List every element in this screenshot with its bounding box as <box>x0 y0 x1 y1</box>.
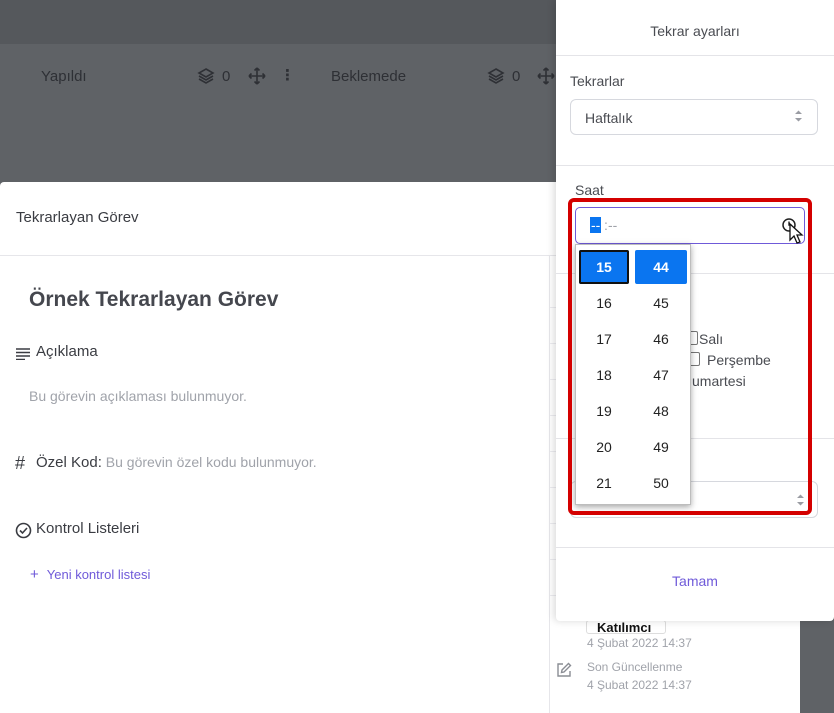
move-icon[interactable] <box>248 67 266 89</box>
divider <box>556 547 834 548</box>
check-circle-icon <box>15 522 32 544</box>
layers-icon <box>487 67 505 89</box>
description-label: Açıklama <box>36 343 98 360</box>
repeats-value: Haftalık <box>585 110 633 126</box>
hash-icon: # <box>15 453 26 473</box>
checklists-label: Kontrol Listeleri <box>36 520 140 537</box>
select-arrows-icon <box>794 109 803 128</box>
column-title-pending: Beklemede <box>331 68 407 85</box>
plus-icon: + <box>30 566 39 583</box>
column-count-pending: 0 <box>512 68 521 85</box>
divider <box>556 165 834 166</box>
custom-code-empty: Bu görevin özel kodu bulunmuyor. <box>105 454 317 470</box>
highlight-box <box>568 198 812 515</box>
time-label: Saat <box>575 182 604 198</box>
participant-label: Katılımcı <box>597 620 652 635</box>
repeats-label: Tekrarlar <box>570 73 625 89</box>
repeats-select[interactable]: Haftalık <box>570 99 818 135</box>
custom-code-row[interactable]: Özel Kod: Bu görevin özel kodu bulunmuyo… <box>36 454 317 471</box>
last-update-label: Son Güncellenme <box>587 660 683 674</box>
new-checklist-label: Yeni kontrol listesi <box>46 567 151 582</box>
move-icon[interactable] <box>537 67 555 89</box>
panel-title: Tekrar ayarları <box>650 23 740 39</box>
text-align-icon <box>15 347 31 365</box>
column-title-done: Yapıldı <box>41 68 87 85</box>
participant-date: 4 Şubat 2022 14:37 <box>587 636 692 650</box>
new-checklist-link[interactable]: + Yeni kontrol listesi <box>30 566 150 583</box>
task-title[interactable]: Örnek Tekrarlayan Görev <box>29 288 278 312</box>
custom-code-label: Özel Kod: <box>36 454 102 471</box>
divider <box>556 55 834 56</box>
column-count-done: 0 <box>222 68 231 85</box>
more-icon[interactable]: ⋮ <box>280 66 295 84</box>
modal-header-title: Tekrarlayan Görev <box>16 209 139 226</box>
done-button[interactable]: Tamam <box>556 573 834 589</box>
last-update-date: 4 Şubat 2022 14:37 <box>587 678 692 692</box>
edit-icon <box>556 662 572 683</box>
description-empty[interactable]: Bu görevin açıklaması bulunmuyor. <box>29 388 247 404</box>
layers-icon <box>197 67 215 89</box>
